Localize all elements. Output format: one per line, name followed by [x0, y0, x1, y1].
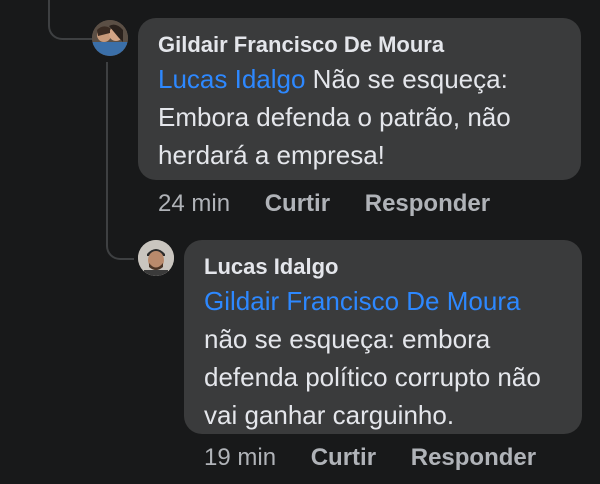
- comment-actions: 19 min Curtir Responder: [204, 444, 564, 472]
- thread-connector: [106, 62, 108, 230]
- avatar-photo-icon: [138, 240, 174, 276]
- comment-body: não se esqueça: embora defenda político …: [204, 324, 541, 430]
- avatar-photo-icon: [92, 20, 128, 56]
- mention-link[interactable]: Lucas Idalgo: [158, 64, 305, 94]
- reply-button[interactable]: Responder: [411, 444, 536, 471]
- comment-bubble: Lucas Idalgo Gildair Francisco De Moura …: [184, 240, 582, 434]
- comment-timestamp[interactable]: 24 min: [158, 190, 230, 217]
- like-button[interactable]: Curtir: [311, 444, 376, 471]
- thread-connector: [48, 0, 96, 40]
- comment-timestamp[interactable]: 19 min: [204, 444, 276, 471]
- thread-connector: [106, 228, 134, 260]
- comment-actions: 24 min Curtir Responder: [158, 190, 518, 218]
- comment-text: Gildair Francisco De Moura não se esqueç…: [204, 282, 562, 434]
- avatar[interactable]: [138, 240, 174, 276]
- comment-bubble: Gildair Francisco De Moura Lucas Idalgo …: [138, 18, 581, 180]
- avatar[interactable]: [92, 20, 128, 56]
- mention-link[interactable]: Gildair Francisco De Moura: [204, 286, 520, 316]
- comment-text: Lucas Idalgo Não se esqueça: Embora defe…: [158, 60, 561, 174]
- comment-author[interactable]: Gildair Francisco De Moura: [158, 30, 561, 60]
- comment-author[interactable]: Lucas Idalgo: [204, 252, 562, 282]
- like-button[interactable]: Curtir: [265, 190, 330, 217]
- reply-button[interactable]: Responder: [365, 190, 490, 217]
